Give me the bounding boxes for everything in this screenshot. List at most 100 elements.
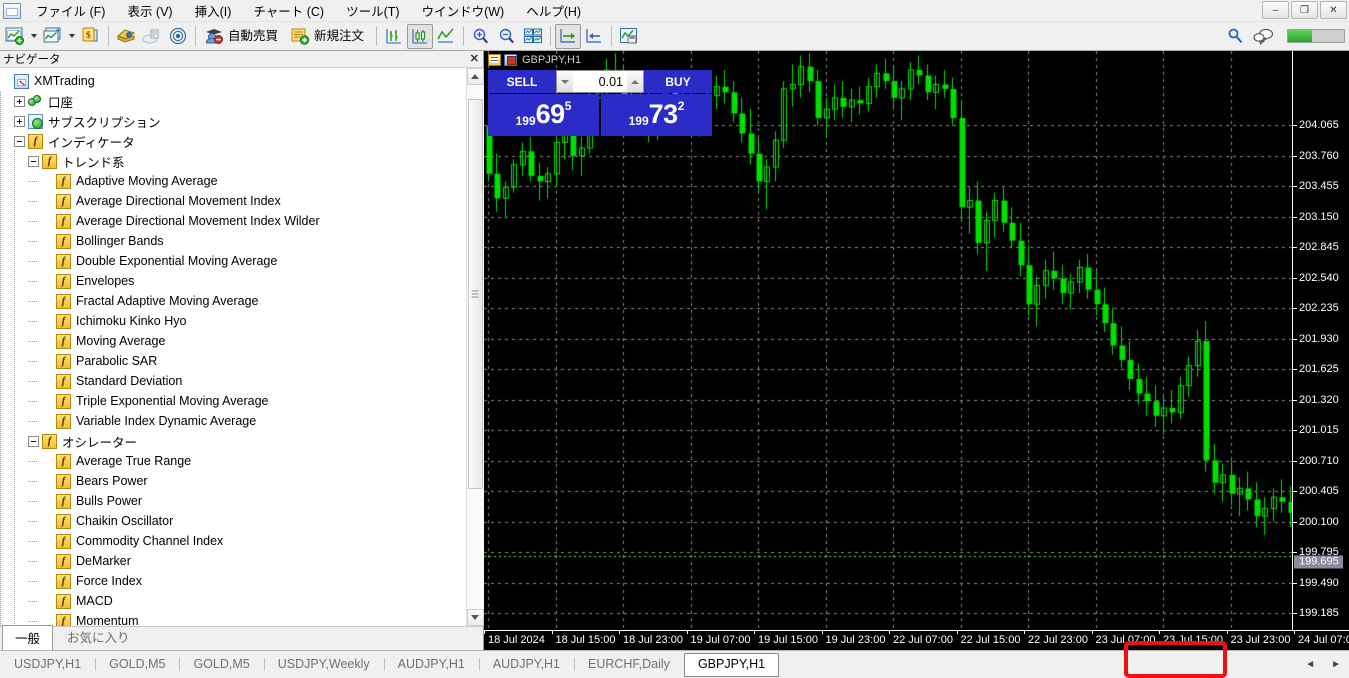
buy-button[interactable]: BUY xyxy=(644,70,712,93)
tree-guide xyxy=(0,151,14,171)
terminal-icon[interactable] xyxy=(165,24,191,49)
navigator-scrollbar[interactable] xyxy=(466,68,484,626)
restore-button[interactable]: ❐ xyxy=(1291,1,1318,19)
menu-view[interactable]: 表示 (V) xyxy=(116,0,183,22)
tree-guide xyxy=(0,331,14,351)
autotrade-button[interactable]: 自動売買 xyxy=(200,24,286,49)
chart-tab[interactable]: AUDJPY,H1 xyxy=(478,653,574,676)
volume-decrement-icon[interactable] xyxy=(557,71,573,92)
connection-status-bar[interactable] xyxy=(1287,29,1345,43)
tree-collapser[interactable] xyxy=(28,435,39,447)
scrollbar-track[interactable] xyxy=(466,85,484,609)
tree-item[interactable]: f Moving Average xyxy=(0,331,466,351)
price-axis[interactable]: 204.065 203.760 203.455 203.150 202.845 202.5… xyxy=(1292,51,1349,630)
scroll-down-icon[interactable] xyxy=(466,609,484,626)
navigator-tree[interactable]: XMTrading 口座 ✓ サブスクリプション f インディケータ f トレンド系 f Adap… xyxy=(0,68,466,626)
bar-chart-icon[interactable] xyxy=(381,24,407,49)
tree-item[interactable]: f Bollinger Bands xyxy=(0,231,466,251)
chart-tab[interactable]: GOLD,M5 xyxy=(95,653,179,676)
chat-icon[interactable] xyxy=(1251,24,1277,49)
tree-expander[interactable] xyxy=(14,95,25,107)
chart-profiles-icon[interactable] xyxy=(40,24,66,49)
close-button[interactable]: ✕ xyxy=(1320,1,1347,19)
search-icon[interactable] xyxy=(1223,24,1249,49)
chart-profiles-dropdown-icon[interactable] xyxy=(66,24,78,49)
chart-viewport[interactable]: GBPJPY,H1 SELL 0.01 BUY 199 69 5 199 73 … xyxy=(484,51,1349,630)
tree-item[interactable]: f オシレーター xyxy=(0,431,466,451)
save-template-icon[interactable] xyxy=(616,24,642,49)
new-order-button[interactable]: 新規注文 xyxy=(286,24,372,49)
tab-favorites[interactable]: お気に入り xyxy=(54,624,143,650)
minimize-button[interactable]: – xyxy=(1262,1,1289,19)
tree-guide xyxy=(0,571,14,591)
scroll-up-icon[interactable] xyxy=(466,68,484,85)
menu-bar: ファイル (F) 表示 (V) 挿入(I) チャート (C) ツール(T) ウイ… xyxy=(0,0,1349,22)
tree-item[interactable]: f Average Directional Movement Index Wild… xyxy=(0,211,466,231)
chart-tab[interactable]: USDJPY,Weekly xyxy=(263,653,384,676)
tree-item[interactable]: f Adaptive Moving Average xyxy=(0,171,466,191)
tree-item[interactable]: 口座 xyxy=(0,91,466,111)
tree-item[interactable]: f Triple Exponential Moving Average xyxy=(0,391,466,411)
tree-item[interactable]: f Average Directional Movement Index xyxy=(0,191,466,211)
tab-scroll-right-icon[interactable]: ► xyxy=(1331,659,1341,670)
tree-item[interactable]: f インディケータ xyxy=(0,131,466,151)
close-icon[interactable]: ✕ xyxy=(470,52,479,66)
data-window-icon[interactable] xyxy=(113,24,139,49)
tree-collapser[interactable] xyxy=(28,155,39,167)
tree-item[interactable]: f Chaikin Oscillator xyxy=(0,511,466,531)
tree-item[interactable]: f Ichimoku Kinko Hyo xyxy=(0,311,466,331)
tab-scroll-left-icon[interactable]: ◄ xyxy=(1305,659,1315,670)
tree-item[interactable]: f Parabolic SAR xyxy=(0,351,466,371)
tree-item[interactable]: f Envelopes xyxy=(0,271,466,291)
tree-item[interactable]: f MACD xyxy=(0,591,466,611)
menu-charts[interactable]: チャート (C) xyxy=(242,0,335,22)
auto-scroll-icon[interactable] xyxy=(555,23,582,49)
chart-shift-icon[interactable] xyxy=(581,24,607,49)
chart-tab[interactable]: AUDJPY,H1 xyxy=(383,653,479,676)
chart-tab[interactable]: EURCHF,Daily xyxy=(573,653,684,676)
candlestick-chart-icon[interactable] xyxy=(407,23,434,49)
new-chart-icon[interactable] xyxy=(2,24,28,49)
tab-general[interactable]: 一般 xyxy=(2,625,54,651)
chart-tab[interactable]: GOLD,M5 xyxy=(179,653,263,676)
chart-tab[interactable]: USDJPY,H1 xyxy=(0,653,95,676)
tree-item[interactable]: f Force Index xyxy=(0,571,466,591)
tree-item[interactable]: f DeMarker xyxy=(0,551,466,571)
tree-item[interactable]: f Commodity Channel Index xyxy=(0,531,466,551)
indicator-icon: f xyxy=(56,553,71,569)
tree-item[interactable]: ✓ サブスクリプション xyxy=(0,111,466,131)
zoom-in-icon[interactable] xyxy=(468,24,494,49)
tree-item[interactable]: f Average True Range xyxy=(0,451,466,471)
tile-windows-icon[interactable] xyxy=(520,24,546,49)
chart-tab-active[interactable]: GBPJPY,H1 xyxy=(683,652,780,677)
tree-item[interactable]: XMTrading xyxy=(0,71,466,91)
zoom-out-icon[interactable] xyxy=(494,24,520,49)
tree-guide xyxy=(14,331,28,351)
sell-price-button[interactable]: 199 69 5 xyxy=(488,94,599,136)
tree-collapser[interactable] xyxy=(14,135,25,147)
market-watch-icon[interactable]: $ xyxy=(78,24,104,49)
new-chart-dropdown-icon[interactable] xyxy=(28,24,40,49)
volume-stepper[interactable]: 0.01 xyxy=(556,70,644,93)
volume-input[interactable]: 0.01 xyxy=(573,71,627,92)
tree-item[interactable]: f Double Exponential Moving Average xyxy=(0,251,466,271)
tree-item[interactable]: f Variable Index Dynamic Average xyxy=(0,411,466,431)
navigator-icon[interactable] xyxy=(139,24,165,49)
menu-insert[interactable]: 挿入(I) xyxy=(184,0,243,22)
menu-window[interactable]: ウインドウ(W) xyxy=(411,0,516,22)
tree-item[interactable]: f Momentum xyxy=(0,611,466,626)
tree-item[interactable]: f Standard Deviation xyxy=(0,371,466,391)
tree-item[interactable]: f トレンド系 xyxy=(0,151,466,171)
tree-item[interactable]: f Bulls Power xyxy=(0,491,466,511)
menu-help[interactable]: ヘルプ(H) xyxy=(515,0,592,22)
menu-tools[interactable]: ツール(T) xyxy=(335,0,410,22)
buy-price-button[interactable]: 199 73 2 xyxy=(601,94,712,136)
sell-button[interactable]: SELL xyxy=(488,70,556,93)
tree-item[interactable]: f Fractal Adaptive Moving Average xyxy=(0,291,466,311)
tree-expander[interactable] xyxy=(14,115,25,127)
line-chart-icon[interactable] xyxy=(433,24,459,49)
menu-file[interactable]: ファイル (F) xyxy=(25,0,116,22)
volume-increment-icon[interactable] xyxy=(627,71,643,92)
tree-item[interactable]: f Bears Power xyxy=(0,471,466,491)
scrollbar-thumb[interactable] xyxy=(467,99,483,489)
